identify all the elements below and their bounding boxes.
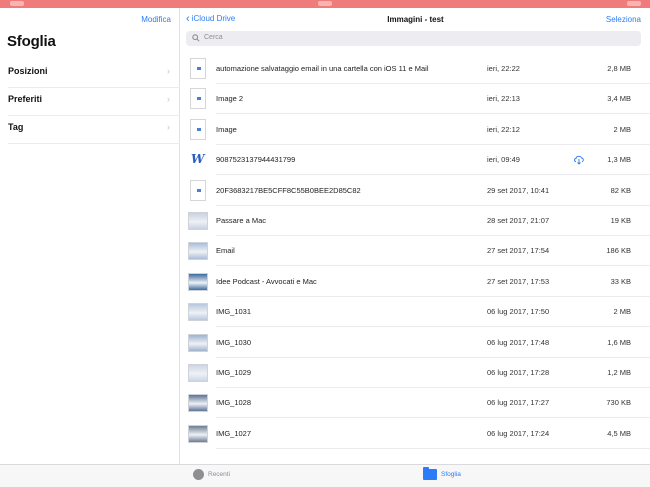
- file-name: 9087523137944431799: [216, 155, 296, 165]
- tab-recent[interactable]: Recenti: [193, 469, 230, 480]
- file-size: 3,4 MB: [607, 94, 631, 104]
- file-row[interactable]: W 9087523137944431799 ieri, 09:49 1,3 MB: [181, 145, 650, 176]
- sidebar-item-locations[interactable]: Posizioni ›: [0, 60, 180, 88]
- file-date: 29 set 2017, 10:41: [487, 185, 550, 195]
- file-date: ieri, 22:13: [487, 94, 520, 104]
- search-placeholder: Cerca: [204, 34, 223, 41]
- sidebar-item-label: Tag: [8, 122, 24, 132]
- file-name: Image 2: [216, 94, 244, 104]
- document-icon: [188, 58, 208, 80]
- file-row[interactable]: Image ieri, 22:12 2 MB: [181, 115, 650, 145]
- tab-label: Recenti: [208, 471, 231, 478]
- edit-button[interactable]: Modifica: [141, 15, 171, 24]
- page-title: Immagini - test: [387, 15, 444, 24]
- search-icon: [192, 34, 200, 42]
- clock-icon: [193, 469, 204, 480]
- file-date: 28 set 2017, 21:07: [487, 216, 550, 225]
- select-button[interactable]: Seleziona: [606, 15, 641, 24]
- file-date: 06 lug 2017, 17:50: [487, 307, 550, 317]
- file-name: Email: [216, 246, 235, 256]
- file-size: 730 KB: [606, 398, 631, 408]
- file-date: 06 lug 2017, 17:48: [487, 337, 550, 347]
- file-date: ieri, 22:12: [487, 124, 520, 134]
- sidebar-item-label: Preferiti: [8, 94, 43, 104]
- file-browser: ‹ iCloud Drive Immagini - test Seleziona…: [181, 8, 650, 464]
- image-thumbnail: [188, 362, 208, 384]
- file-name: IMG_1030: [216, 337, 252, 347]
- image-thumbnail: [188, 240, 208, 262]
- divider: [8, 143, 180, 144]
- file-size: 1,2 MB: [607, 368, 631, 377]
- image-thumbnail: [188, 301, 208, 323]
- file-size: 1,3 MB: [607, 155, 631, 165]
- sidebar-item-favorites[interactable]: Preferiti ›: [0, 88, 180, 116]
- file-name: Idee Podcast - Avvocati e Mac: [216, 276, 317, 286]
- file-size: 33 KB: [610, 276, 631, 286]
- file-row[interactable]: 20F3683217BE5CFF8C55B0BEE2D85C82 29 set 2…: [181, 176, 650, 206]
- file-size: 82 KB: [610, 185, 631, 195]
- file-name: IMG_1031: [216, 307, 252, 317]
- tab-bar: Recenti Sfoglia: [0, 464, 650, 487]
- sidebar: Modifica Sfoglia Posizioni › Preferiti ›…: [0, 8, 180, 464]
- image-thumbnail: [188, 271, 208, 293]
- file-row[interactable]: IMG_1031 06 lug 2017, 17:50 2 MB: [181, 297, 650, 328]
- image-thumbnail: [188, 423, 208, 445]
- file-size: 2 MB: [613, 307, 631, 317]
- word-icon: W: [191, 152, 205, 167]
- file-size: 4,5 MB: [607, 428, 631, 438]
- cloud-download-icon[interactable]: [573, 154, 585, 165]
- file-date: ieri, 22:22: [487, 64, 520, 73]
- file-date: 27 set 2017, 17:54: [487, 246, 550, 256]
- file-name: IMG_1028: [216, 398, 252, 408]
- tab-label: Sfoglia: [441, 471, 461, 478]
- file-date: 06 lug 2017, 17:27: [487, 398, 550, 408]
- file-size: 186 KB: [606, 246, 631, 256]
- search-field[interactable]: Cerca: [186, 31, 641, 46]
- document-icon: [188, 179, 208, 202]
- file-row[interactable]: IMG_1029 06 lug 2017, 17:28 1,2 MB: [181, 358, 650, 388]
- tab-browse[interactable]: Sfoglia: [423, 467, 461, 480]
- status-indicator: [627, 1, 641, 6]
- image-thumbnail: [188, 392, 208, 414]
- status-bar: [0, 0, 650, 8]
- sidebar-item-tags[interactable]: Tag ›: [0, 116, 180, 144]
- sidebar-item-label: Posizioni: [8, 66, 48, 76]
- file-size: 2 MB: [613, 124, 631, 134]
- folder-icon: [423, 467, 437, 480]
- file-name: 20F3683217BE5CFF8C55B0BEE2D85C82: [216, 185, 361, 195]
- file-row[interactable]: Idee Podcast - Avvocati e Mac 27 set 2017…: [181, 267, 650, 297]
- file-size: 2,8 MB: [607, 64, 631, 73]
- file-row[interactable]: Passare a Mac 28 set 2017, 21:07 19 KB: [181, 206, 650, 236]
- file-row[interactable]: Image 2 ieri, 22:13 3,4 MB: [181, 84, 650, 115]
- chevron-right-icon: ›: [167, 122, 170, 132]
- file-row[interactable]: IMG_1028 06 lug 2017, 17:27 730 KB: [181, 388, 650, 419]
- file-row[interactable]: automazione salvataggio email in una car…: [181, 54, 650, 84]
- sidebar-title: Sfoglia: [7, 33, 56, 50]
- chevron-right-icon: ›: [167, 66, 170, 76]
- file-name: Image: [216, 124, 237, 134]
- file-row[interactable]: IMG_1030 06 lug 2017, 17:48 1,6 MB: [181, 328, 650, 358]
- file-name: IMG_1027: [216, 428, 252, 438]
- document-icon: [188, 88, 208, 110]
- divider: [216, 447, 650, 449]
- file-date: ieri, 09:49: [487, 155, 520, 165]
- file-name: IMG_1029: [216, 368, 252, 377]
- file-name: Passare a Mac: [216, 216, 267, 225]
- file-date: 06 lug 2017, 17:28: [487, 368, 550, 377]
- file-row[interactable]: IMG_1027 06 lug 2017, 17:24 4,5 MB: [181, 419, 650, 449]
- image-thumbnail: [188, 210, 208, 232]
- status-indicator: [318, 1, 332, 6]
- image-thumbnail: [188, 332, 208, 354]
- status-indicator: [10, 1, 24, 6]
- chevron-right-icon: ›: [167, 94, 170, 104]
- file-row[interactable]: Email 27 set 2017, 17:54 186 KB: [181, 236, 650, 267]
- file-date: 27 set 2017, 17:53: [487, 276, 550, 286]
- file-size: 1,6 MB: [607, 337, 631, 347]
- file-date: 06 lug 2017, 17:24: [487, 428, 550, 438]
- file-size: 19 KB: [610, 216, 631, 225]
- file-name: automazione salvataggio email in una car…: [216, 64, 429, 73]
- document-icon: [188, 118, 208, 141]
